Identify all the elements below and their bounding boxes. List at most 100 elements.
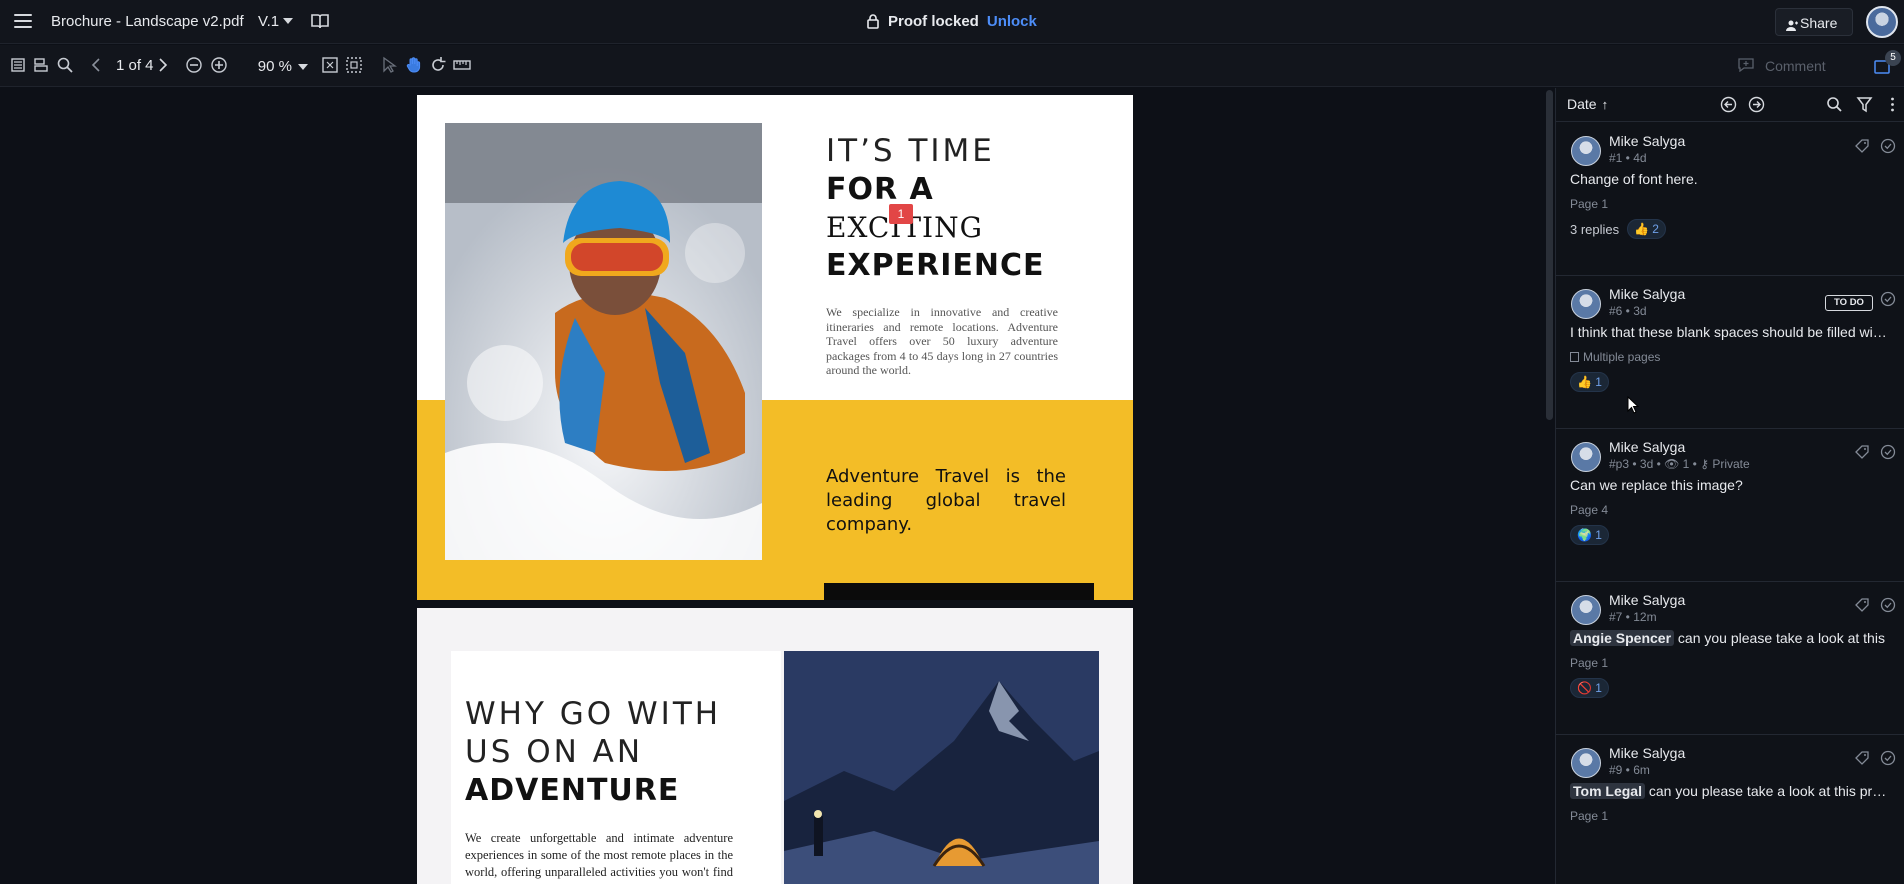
fit-width-icon[interactable] [345,56,363,74]
comment-card[interactable]: Mike Salyga #9 • 6m Tom Legal can you pl… [1556,735,1904,884]
comment-author: Mike Salyga [1609,439,1686,455]
hamburger-menu-icon[interactable] [14,14,32,28]
user-mention[interactable]: Angie Spencer [1570,630,1675,646]
comment-count-badge: 5 [1885,50,1901,66]
comment-meta: #7 • 12m [1609,610,1657,624]
top-bar: Brochure - Landscape v2.pdf V.1 Proof lo… [0,0,1904,44]
tag-icon[interactable] [1854,444,1870,460]
book-icon[interactable] [310,12,330,30]
tagline: Adventure Travel is the leading global t… [826,466,1066,535]
sort-by-date-button[interactable]: Date ↑ [1567,96,1608,112]
comment-card[interactable]: Mike Salyga #7 • 12m Angie Spencer can y… [1556,582,1904,735]
like-reaction[interactable]: 👍 2 [1627,219,1666,239]
user-mention[interactable]: Tom Legal [1570,783,1645,799]
comment-label: Comment [1765,58,1826,74]
annotation-pin[interactable]: 1 [889,204,913,224]
comment-card[interactable]: Mike Salyga #p3 • 3d • 👁 1 • ⚷ Private C… [1556,429,1904,582]
next-page-icon[interactable] [153,56,171,74]
reaction-count: 1 [1595,528,1602,542]
add-comment-button[interactable]: Comment [1738,58,1826,74]
tag-icon[interactable] [1854,750,1870,766]
tag-icon[interactable] [1854,138,1870,154]
comment-text: Angie Spencer can you please take a look… [1570,630,1890,646]
comment-author: Mike Salyga [1609,133,1686,149]
page-indicator: 1 of 4 [116,57,154,74]
emoji-reaction[interactable]: 🌍 1 [1570,525,1609,545]
select-pointer-icon[interactable] [380,56,398,74]
comments-panel-toggle[interactable]: 5 [1874,50,1901,75]
resolve-check-icon[interactable] [1880,291,1896,307]
zoom-dropdown-icon[interactable] [298,64,308,70]
version-dropdown[interactable]: V.1 [258,13,294,30]
zoom-in-icon[interactable] [210,56,228,74]
rotate-icon[interactable] [429,56,447,74]
sort-label: Date [1567,96,1597,112]
file-title: Brochure - Landscape v2.pdf [51,13,244,30]
emoji-reaction[interactable]: 🚫 1 [1570,678,1609,698]
heading-line-1: IT’S TIME [826,133,995,169]
thumbs-up-icon: 👍 [1577,375,1596,389]
mountain-photo [784,651,1099,884]
heading-line-2: FOR A [826,172,934,207]
comment-card[interactable]: Mike Salyga #1 • 4d Change of font here.… [1556,123,1904,276]
comment-page: Page 4 [1570,503,1609,517]
resolve-check-icon[interactable] [1880,597,1896,613]
canvas-scrollbar[interactable] [1545,88,1555,884]
comment-page: Page 1 [1570,809,1609,823]
like-reaction[interactable]: 👍 1 [1570,372,1609,392]
avatar [1571,442,1601,472]
comment-icon [1738,58,1754,73]
avatar [1571,289,1601,319]
scrollbar-thumb[interactable] [1546,90,1553,420]
avatar [1571,595,1601,625]
comment-card[interactable]: Mike Salyga #6 • 3d TO DO I think that t… [1556,276,1904,429]
black-bar [824,583,1094,600]
comment-author: Mike Salyga [1609,286,1686,302]
status-badge[interactable]: TO DO [1825,295,1873,311]
thumbnails-icon[interactable] [9,56,27,74]
share-label: Share [1800,15,1838,31]
page2-paragraph: We create unforgettable and intimate adv… [465,831,733,884]
reaction-count: 1 [1595,681,1602,695]
ruler-icon[interactable] [453,56,471,74]
replies-link[interactable]: 3 replies [1570,222,1619,237]
fit-page-icon[interactable] [321,56,339,74]
zoom-out-icon[interactable] [185,56,203,74]
resolve-check-icon[interactable] [1880,750,1896,766]
unlock-link[interactable]: Unlock [987,13,1037,30]
page2-heading-line-2: US ON AN [465,734,644,770]
lock-icon [866,13,880,29]
tag-icon[interactable] [1854,597,1870,613]
multiple-pages-icon [1570,352,1579,362]
version-label: V.1 [258,13,280,30]
user-avatar[interactable] [1866,6,1898,38]
document-page-1[interactable]: IT’S TIME FOR A EXCITING EXPERIENCE 1 We… [417,95,1133,600]
proof-status: Proof locked Unlock [866,13,1037,30]
resolve-check-icon[interactable] [1880,444,1896,460]
share-button[interactable]: Share [1775,8,1853,36]
more-options-icon[interactable] [1884,96,1901,113]
comment-body: can you please take a look at this proof [1648,783,1890,799]
search-comments-icon[interactable] [1826,96,1843,113]
resolve-check-icon[interactable] [1880,138,1896,154]
reaction-count: 2 [1652,222,1659,236]
avatar [1571,748,1601,778]
document-page-2[interactable]: WHY GO WITH US ON AN ADVENTURE We create… [417,608,1133,884]
arrow-up-icon: ↑ [1601,97,1609,112]
search-icon[interactable] [56,56,74,74]
intro-paragraph: We specialize in innovative and creative… [826,305,1058,377]
pan-hand-icon[interactable] [405,56,423,74]
comment-page: Page 1 [1570,197,1609,211]
heading-line-4: EXPERIENCE [826,248,1045,283]
skier-photo [445,123,762,560]
document-canvas[interactable]: IT’S TIME FOR A EXCITING EXPERIENCE 1 We… [0,88,1545,884]
next-comment-icon[interactable] [1748,96,1765,113]
previous-page-icon[interactable] [88,56,106,74]
filter-icon[interactable] [1856,96,1873,113]
previous-comment-icon[interactable] [1720,96,1737,113]
comments-panel-header: Date ↑ [1556,88,1904,122]
comment-text: Tom Legal can you please take a look at … [1570,783,1890,799]
thumbs-up-icon: 👍 [1634,222,1653,236]
outline-icon[interactable] [32,56,50,74]
zoom-level[interactable]: 90 % [242,58,292,78]
